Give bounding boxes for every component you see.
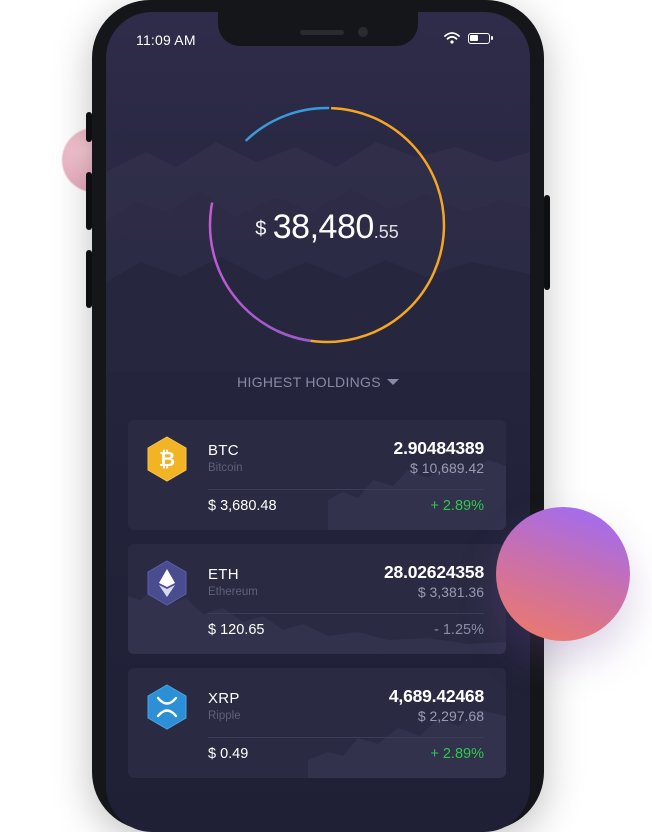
ethereum-icon <box>147 560 187 606</box>
coin-price: $ 2,297.68 <box>417 708 484 724</box>
coin-value: $ 0.49 <box>208 746 249 762</box>
status-icons <box>444 32 493 44</box>
coin-change: + 2.89% <box>430 498 484 514</box>
total-balance: $ 38,480.55 <box>206 208 448 247</box>
coin-amount: 4,689.42468 <box>388 686 484 706</box>
coin-symbol: XRP <box>208 690 240 707</box>
phone-frame: 11:09 AM $ 38,480.55 HIGHEST HOLDINGS ₿ … <box>92 0 544 832</box>
balance-decimal: .55 <box>373 222 399 242</box>
caret-down-icon <box>386 379 399 385</box>
coin-card-xrp[interactable]: XRP Ripple 4,689.42468 $ 2,297.68 $ 0.49… <box>128 668 506 778</box>
speaker-grille <box>300 30 344 35</box>
coin-value: $ 120.65 <box>208 622 265 638</box>
coin-symbol: BTC <box>208 442 239 459</box>
coin-card-eth[interactable]: ETH Ethereum 28.02624358 $ 3,381.36 $ 12… <box>128 544 506 654</box>
balance-currency: $ <box>255 218 267 240</box>
holdings-sort-dropdown[interactable]: HIGHEST HOLDINGS <box>106 374 530 390</box>
bitcoin-icon: ₿ <box>147 436 187 482</box>
coin-price: $ 3,381.36 <box>417 584 484 600</box>
wifi-icon <box>444 32 460 44</box>
decorative-orb-large <box>496 507 630 641</box>
coin-change: - 1.25% <box>434 622 484 638</box>
balance-integer: 38,480 <box>272 208 375 246</box>
svg-text:₿: ₿ <box>159 449 175 471</box>
app-screen: 11:09 AM $ 38,480.55 HIGHEST HOLDINGS ₿ … <box>106 12 530 832</box>
card-divider <box>208 489 484 490</box>
coin-amount: 2.90484389 <box>393 438 485 458</box>
front-camera <box>358 27 368 37</box>
card-divider <box>208 613 484 614</box>
battery-level <box>470 34 478 41</box>
coin-value: $ 3,680.48 <box>208 498 277 514</box>
holdings-label: HIGHEST HOLDINGS <box>237 374 381 390</box>
coin-symbol: ETH <box>208 566 239 583</box>
coin-amount: 28.02624358 <box>384 562 484 582</box>
battery-icon <box>468 32 493 44</box>
status-time: 11:09 AM <box>136 32 196 48</box>
coin-change: + 2.89% <box>430 746 484 762</box>
phone-power-button <box>544 195 550 290</box>
coin-price: $ 10,689.42 <box>410 460 484 476</box>
phone-notch <box>218 12 418 46</box>
coin-name: Bitcoin <box>208 462 243 474</box>
coin-name: Ripple <box>208 710 241 722</box>
ripple-icon <box>147 684 187 730</box>
coin-card-btc[interactable]: ₿ BTC Bitcoin 2.90484389 $ 10,689.42 $ 3… <box>128 420 506 530</box>
coin-name: Ethereum <box>208 586 258 598</box>
card-divider <box>208 737 484 738</box>
